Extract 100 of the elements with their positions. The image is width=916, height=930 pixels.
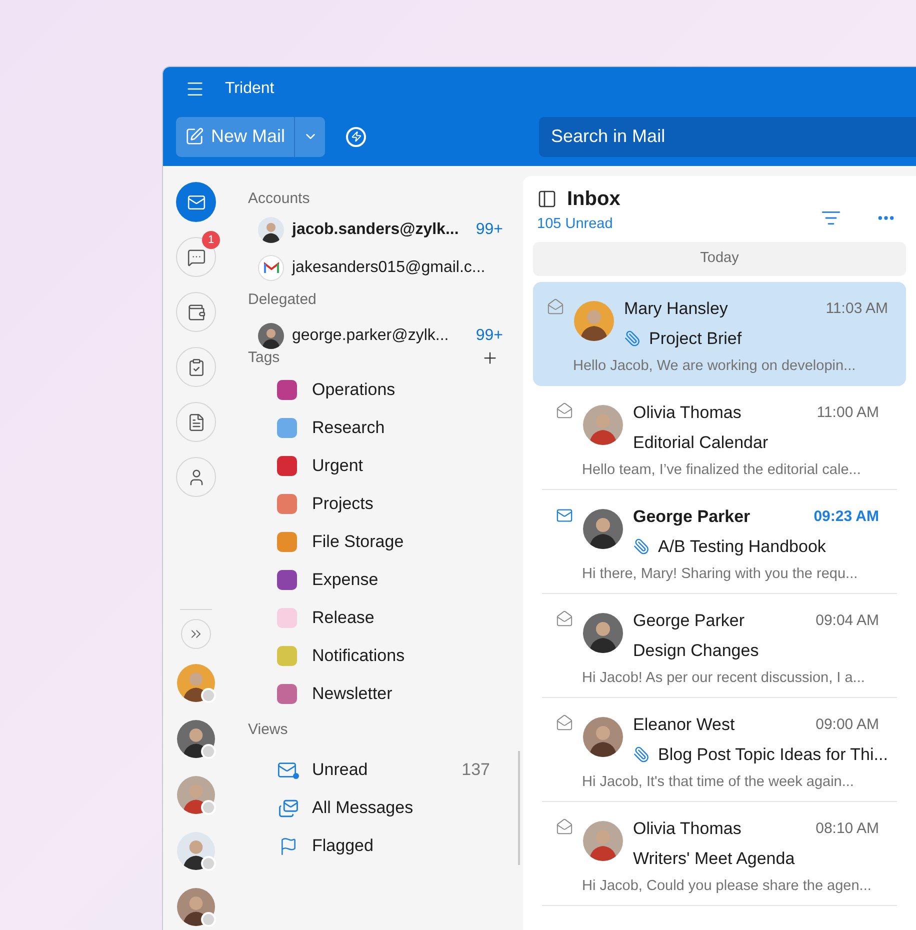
- unread-summary[interactable]: 105 Unread: [537, 214, 613, 236]
- status-indicator: [201, 744, 216, 759]
- nav-button[interactable]: [176, 182, 216, 222]
- sender-name: Eleanor West: [633, 714, 736, 736]
- nav-button[interactable]: [176, 457, 216, 497]
- avatar: [177, 776, 215, 814]
- clipboard-icon: [186, 358, 206, 376]
- view-item[interactable]: Unread: [312, 757, 449, 783]
- section-heading: Accounts: [248, 188, 311, 209]
- message-item[interactable]: Olivia Thomas 11:00 AM Editorial Calendar Hello team, I’ve finalized the editorial cale...: [542, 386, 897, 490]
- tag-item[interactable]: Urgent: [312, 453, 364, 479]
- mail-icon: [186, 192, 206, 212]
- date-group-header: Today: [533, 242, 906, 276]
- avatar: [177, 832, 215, 870]
- account-name: george.parker@zylk...: [292, 326, 450, 346]
- read-mail-icon: [556, 714, 573, 731]
- search-field[interactable]: Search in Mail: [539, 116, 916, 156]
- nav-button[interactable]: [176, 402, 216, 442]
- unread-count: 99+: [476, 220, 503, 240]
- message-item[interactable]: Olivia Thomas 08:10 AM Writers' Meet Agenda Hi Jacob, Could you please share the agen...: [542, 802, 897, 906]
- read-mail-icon: [556, 402, 573, 419]
- message-item[interactable]: Mary Hansley 11:03 AM Project Brief Hello Jacob, We are working on developin...: [533, 282, 906, 386]
- section-heading: Delegated: [248, 290, 318, 310]
- view-count: 137: [462, 759, 490, 782]
- message-item[interactable]: Eleanor West 09:00 AM Blog Post Topic Ideas for Thi... Hi Jacob, It's that time of the week again...: [542, 698, 897, 802]
- read-mail-icon: [556, 818, 573, 835]
- account-name: jakesanders015@gmail.c...: [292, 258, 486, 278]
- message-item[interactable]: George Parker 09:04 AM Design Changes Hi Jacob! As per our recent discussion, I a...: [542, 594, 897, 698]
- status-indicator: [201, 688, 216, 703]
- notification-badge: 1: [202, 231, 220, 249]
- message-time: 08:10 AM: [816, 818, 879, 838]
- avatar: [583, 716, 623, 757]
- message-subject: Blog Post Topic Ideas for Thi...: [658, 744, 888, 766]
- account-name: jacob.sanders@zylk...: [292, 220, 460, 240]
- unread-count: 99+: [476, 326, 503, 346]
- mail-stack-icon: [278, 798, 298, 818]
- message-subject: Design Changes: [633, 640, 759, 662]
- tag-item[interactable]: Projects: [312, 491, 374, 517]
- avatar: [583, 612, 623, 653]
- view-item[interactable]: All Messages: [312, 795, 490, 821]
- unread-mail-icon: [556, 506, 573, 524]
- tag-item[interactable]: Expense: [312, 567, 378, 593]
- app-title: Trident: [225, 79, 274, 99]
- message-time: 09:00 AM: [816, 714, 879, 734]
- tag-item[interactable]: Research: [312, 415, 385, 441]
- message-time: 09:23 AM: [814, 506, 879, 526]
- avatar: [258, 323, 284, 349]
- account-item[interactable]: jacob.sanders@zylk... 99+: [248, 211, 521, 249]
- read-mail-icon: [547, 298, 564, 315]
- message-time: 09:04 AM: [816, 610, 879, 630]
- status-indicator: [201, 800, 216, 815]
- tag-item[interactable]: File Storage: [312, 529, 404, 555]
- message-subject: Project Brief: [649, 328, 742, 350]
- message-time: 11:03 AM: [826, 298, 888, 318]
- avatar: [583, 508, 623, 549]
- tag-item[interactable]: Operations: [312, 377, 396, 403]
- avatar: [583, 820, 623, 861]
- message-time: 11:00 AM: [816, 402, 879, 422]
- avatar: [177, 888, 215, 926]
- sender-name: Mary Hansley: [624, 298, 729, 320]
- message-preview: Hi Jacob! As per our recent discussion, I a...: [582, 668, 866, 688]
- nav-button[interactable]: [176, 347, 216, 387]
- section-heading: Views: [248, 720, 289, 740]
- account-item[interactable]: jakesanders015@gmail.c...: [248, 249, 521, 287]
- read-mail-icon: [556, 610, 573, 627]
- sender-name: George Parker: [633, 506, 752, 528]
- sender-name: George Parker: [633, 610, 746, 632]
- message-preview: Hello Jacob, We are working on developin...: [573, 356, 857, 376]
- view-item[interactable]: Flagged: [312, 833, 490, 859]
- tag-item[interactable]: Newsletter: [312, 681, 392, 707]
- sender-name: Olivia Thomas: [633, 402, 742, 424]
- tag-item[interactable]: Release: [312, 605, 374, 631]
- nav-button[interactable]: [176, 292, 216, 332]
- folder-title: Inbox: [567, 187, 620, 212]
- message-preview: Hi there, Mary! Sharing with you the requ...: [582, 564, 859, 584]
- message-subject: Editorial Calendar: [633, 432, 768, 454]
- sidebar-toggle-icon[interactable]: [537, 189, 557, 209]
- message-subject: Writers' Meet Agenda: [633, 848, 795, 870]
- lightning-icon[interactable]: [346, 126, 366, 146]
- avatar: [177, 720, 215, 758]
- document-icon: [186, 412, 206, 432]
- avatar: [574, 300, 614, 341]
- chat-icon: [186, 248, 206, 266]
- message-preview: Hi Jacob, It's that time of the week again...: [582, 772, 855, 792]
- message-preview: Hello team, I’ve finalized the editorial cale...: [582, 460, 862, 480]
- message-preview: Hi Jacob, Could you please share the agen...: [582, 876, 872, 896]
- status-indicator: [201, 856, 216, 871]
- avatar: [258, 217, 284, 243]
- message-subject: A/B Testing Handbook: [658, 536, 826, 558]
- wallet-icon: [186, 302, 206, 322]
- message-item[interactable]: George Parker 09:23 AM A/B Testing Handbook Hi there, Mary! Sharing with you the requ...: [542, 490, 897, 594]
- tag-item[interactable]: Notifications: [312, 643, 405, 669]
- section-heading: Tags: [248, 348, 281, 368]
- flag-icon: [278, 836, 298, 856]
- avatar: [177, 664, 215, 702]
- compose-icon: [185, 127, 204, 146]
- sender-name: Olivia Thomas: [633, 818, 742, 840]
- status-indicator: [201, 912, 216, 927]
- avatar: [583, 404, 623, 445]
- mail-logo-icon: [258, 255, 284, 281]
